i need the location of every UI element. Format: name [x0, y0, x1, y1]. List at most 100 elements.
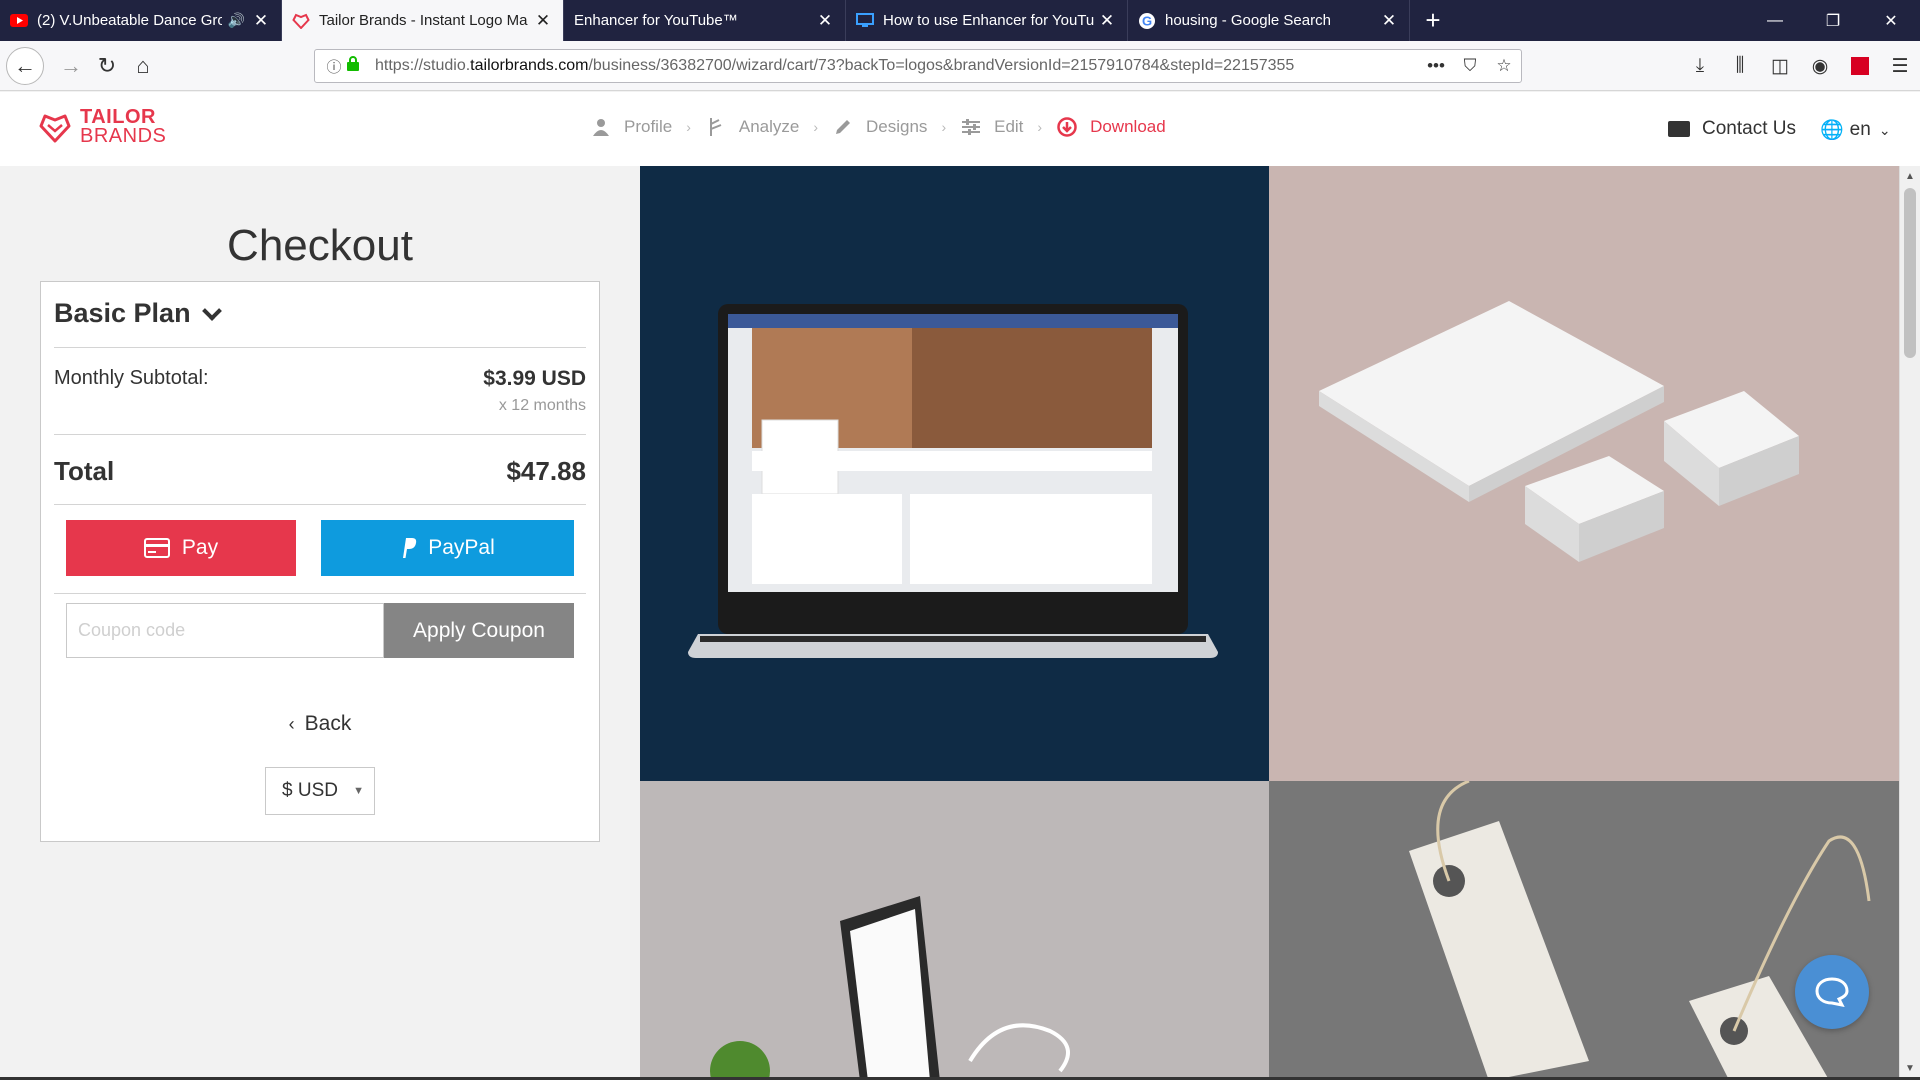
close-window-icon[interactable]: ✕	[1862, 0, 1920, 41]
browser-tab-google[interactable]: G housing - Google Search ✕	[1128, 0, 1410, 41]
library-icon[interactable]: ⫼	[1720, 47, 1760, 85]
laptop-mockup-tile	[640, 166, 1269, 781]
paypal-label: PayPal	[428, 536, 495, 559]
forward-arrow-icon[interactable]: →	[52, 47, 90, 85]
chat-icon	[1815, 977, 1849, 1007]
total-label: Total	[54, 456, 115, 486]
scroll-up-icon[interactable]: ▲	[1900, 168, 1920, 186]
browser-tab-how-to[interactable]: How to use Enhancer for YouTu ✕	[846, 0, 1128, 41]
extension-icon[interactable]	[1840, 47, 1880, 85]
divider	[54, 347, 586, 348]
lock-icon	[347, 56, 367, 76]
new-tab-button[interactable]: +	[1410, 0, 1456, 41]
apply-coupon-label: Apply Coupon	[413, 618, 545, 642]
pay-button[interactable]: Pay	[66, 520, 296, 576]
download-icon	[1056, 116, 1078, 138]
plan-selector[interactable]: Basic Plan	[54, 298, 222, 329]
more-actions-icon[interactable]: •••	[1419, 56, 1453, 76]
months-text: x 12 months	[498, 397, 586, 414]
wizard-steps: Profile › Analyze › Designs › Edit › Dow…	[590, 116, 1180, 138]
pocket-icon[interactable]: ⛉	[1453, 56, 1487, 76]
browser-tab-enhancer[interactable]: Enhancer for YouTube™ ✕	[564, 0, 846, 41]
toolbar-right: ⤓ ⫼ ◫ ◉ ☰	[1680, 47, 1920, 85]
tab-title: Enhancer for YouTube™	[574, 12, 738, 29]
apply-coupon-button[interactable]: Apply Coupon	[384, 603, 574, 658]
subtotal-label: Monthly Subtotal:	[54, 367, 209, 389]
close-icon[interactable]: ✕	[1097, 11, 1117, 31]
currency-value: $ USD	[282, 780, 338, 801]
plan-name: Basic Plan	[54, 298, 191, 328]
account-icon[interactable]: ◉	[1800, 47, 1840, 85]
chevron-right-icon: ›	[686, 119, 691, 135]
url-path: /business/36382700/wizard/cart/73?backTo…	[588, 57, 1295, 74]
total-value: $47.88	[506, 456, 586, 486]
logo-heart-icon	[39, 114, 71, 143]
browser-tab-youtube[interactable]: (2) V.Unbeatable Dance Gro 🔊 ✕	[0, 0, 282, 41]
reload-icon[interactable]: ↻	[88, 47, 126, 85]
tailor-brands-logo[interactable]: TAILOR BRANDS	[38, 107, 166, 146]
step-label: Analyze	[738, 117, 800, 136]
info-icon[interactable]: ⓘ	[321, 56, 347, 77]
youtube-icon	[10, 12, 28, 30]
step-download[interactable]: Download	[1056, 116, 1166, 138]
step-analyze[interactable]: Analyze ›	[705, 116, 818, 138]
menu-icon[interactable]: ☰	[1880, 47, 1920, 85]
speaker-icon[interactable]: 🔊	[228, 12, 245, 29]
page-scrollbar[interactable]: ▲ ▼	[1899, 166, 1920, 1080]
tab-title: (2) V.Unbeatable Dance Gro	[37, 12, 222, 29]
globe-icon: 🌐	[1820, 120, 1844, 141]
chevron-right-icon: ›	[813, 119, 819, 135]
home-icon[interactable]: ⌂	[124, 47, 162, 85]
url-text[interactable]: https://studio.tailorbrands.com/business…	[375, 57, 1419, 75]
back-link[interactable]: ‹ Back	[41, 712, 599, 736]
step-label: Download	[1090, 117, 1166, 136]
subtotal-value: $3.99 USD	[483, 367, 586, 390]
back-arrow-icon[interactable]: ←	[6, 47, 44, 85]
step-label: Edit	[994, 117, 1024, 136]
sidebar-icon[interactable]: ◫	[1760, 47, 1800, 85]
step-profile[interactable]: Profile ›	[590, 116, 691, 138]
url-prefix: https://studio.	[375, 57, 471, 74]
user-icon	[590, 116, 612, 138]
url-domain: tailorbrands.com	[470, 57, 589, 74]
step-edit[interactable]: Edit ›	[960, 116, 1042, 138]
browser-tab-tailor-brands[interactable]: Tailor Brands - Instant Logo Ma ✕	[282, 0, 564, 41]
step-designs[interactable]: Designs ›	[832, 116, 946, 138]
minimize-icon[interactable]: —	[1746, 0, 1804, 41]
checkout-card: Basic Plan Monthly Subtotal: $3.99 USD x…	[40, 281, 600, 842]
phone-mockup-image	[710, 896, 1070, 1080]
download-icon[interactable]: ⤓	[1680, 47, 1720, 85]
tailor-brands-icon	[292, 12, 310, 30]
currency-select[interactable]: $ USD ▼	[265, 767, 375, 815]
back-label: Back	[304, 712, 352, 735]
scrollbar-thumb[interactable]	[1904, 188, 1916, 358]
chevron-right-icon: ›	[941, 119, 947, 135]
contact-label: Contact Us	[1702, 118, 1796, 139]
tags-mockup-tile	[1269, 781, 1899, 1080]
paypal-button[interactable]: PayPal	[321, 520, 574, 576]
google-icon: G	[1138, 12, 1156, 30]
scroll-down-icon[interactable]: ▼	[1900, 1060, 1920, 1078]
chat-button[interactable]	[1795, 955, 1869, 1029]
checkout-area: Checkout Basic Plan Monthly Subtotal: $3…	[0, 166, 640, 1080]
close-icon[interactable]: ✕	[815, 11, 835, 31]
contact-us-link[interactable]: Contact Us	[1668, 118, 1796, 140]
svg-text:G: G	[1142, 13, 1152, 28]
chevron-left-icon: ‹	[288, 714, 295, 734]
close-icon[interactable]: ✕	[251, 11, 271, 31]
close-icon[interactable]: ✕	[533, 11, 553, 31]
paypal-icon	[403, 538, 417, 558]
tab-title: How to use Enhancer for YouTu	[883, 12, 1095, 29]
language-selector[interactable]: 🌐 en ⌄	[1820, 118, 1891, 142]
page-title: Checkout	[227, 221, 413, 270]
step-label: Designs	[866, 117, 928, 136]
url-bar[interactable]: ⓘ https://studio.tailorbrands.com/busine…	[314, 49, 1522, 83]
phone-mockup-tile	[640, 781, 1269, 1080]
browser-toolbar: ← → ↻ ⌂ ⓘ https://studio.tailorbrands.co…	[0, 41, 1920, 91]
bookmark-star-icon[interactable]: ☆	[1487, 56, 1521, 76]
close-icon[interactable]: ✕	[1379, 11, 1399, 31]
restore-icon[interactable]: ❐	[1804, 0, 1862, 41]
chevron-down-icon: ⌄	[1878, 121, 1891, 138]
monitor-icon	[856, 12, 874, 30]
coupon-input[interactable]	[66, 603, 384, 658]
